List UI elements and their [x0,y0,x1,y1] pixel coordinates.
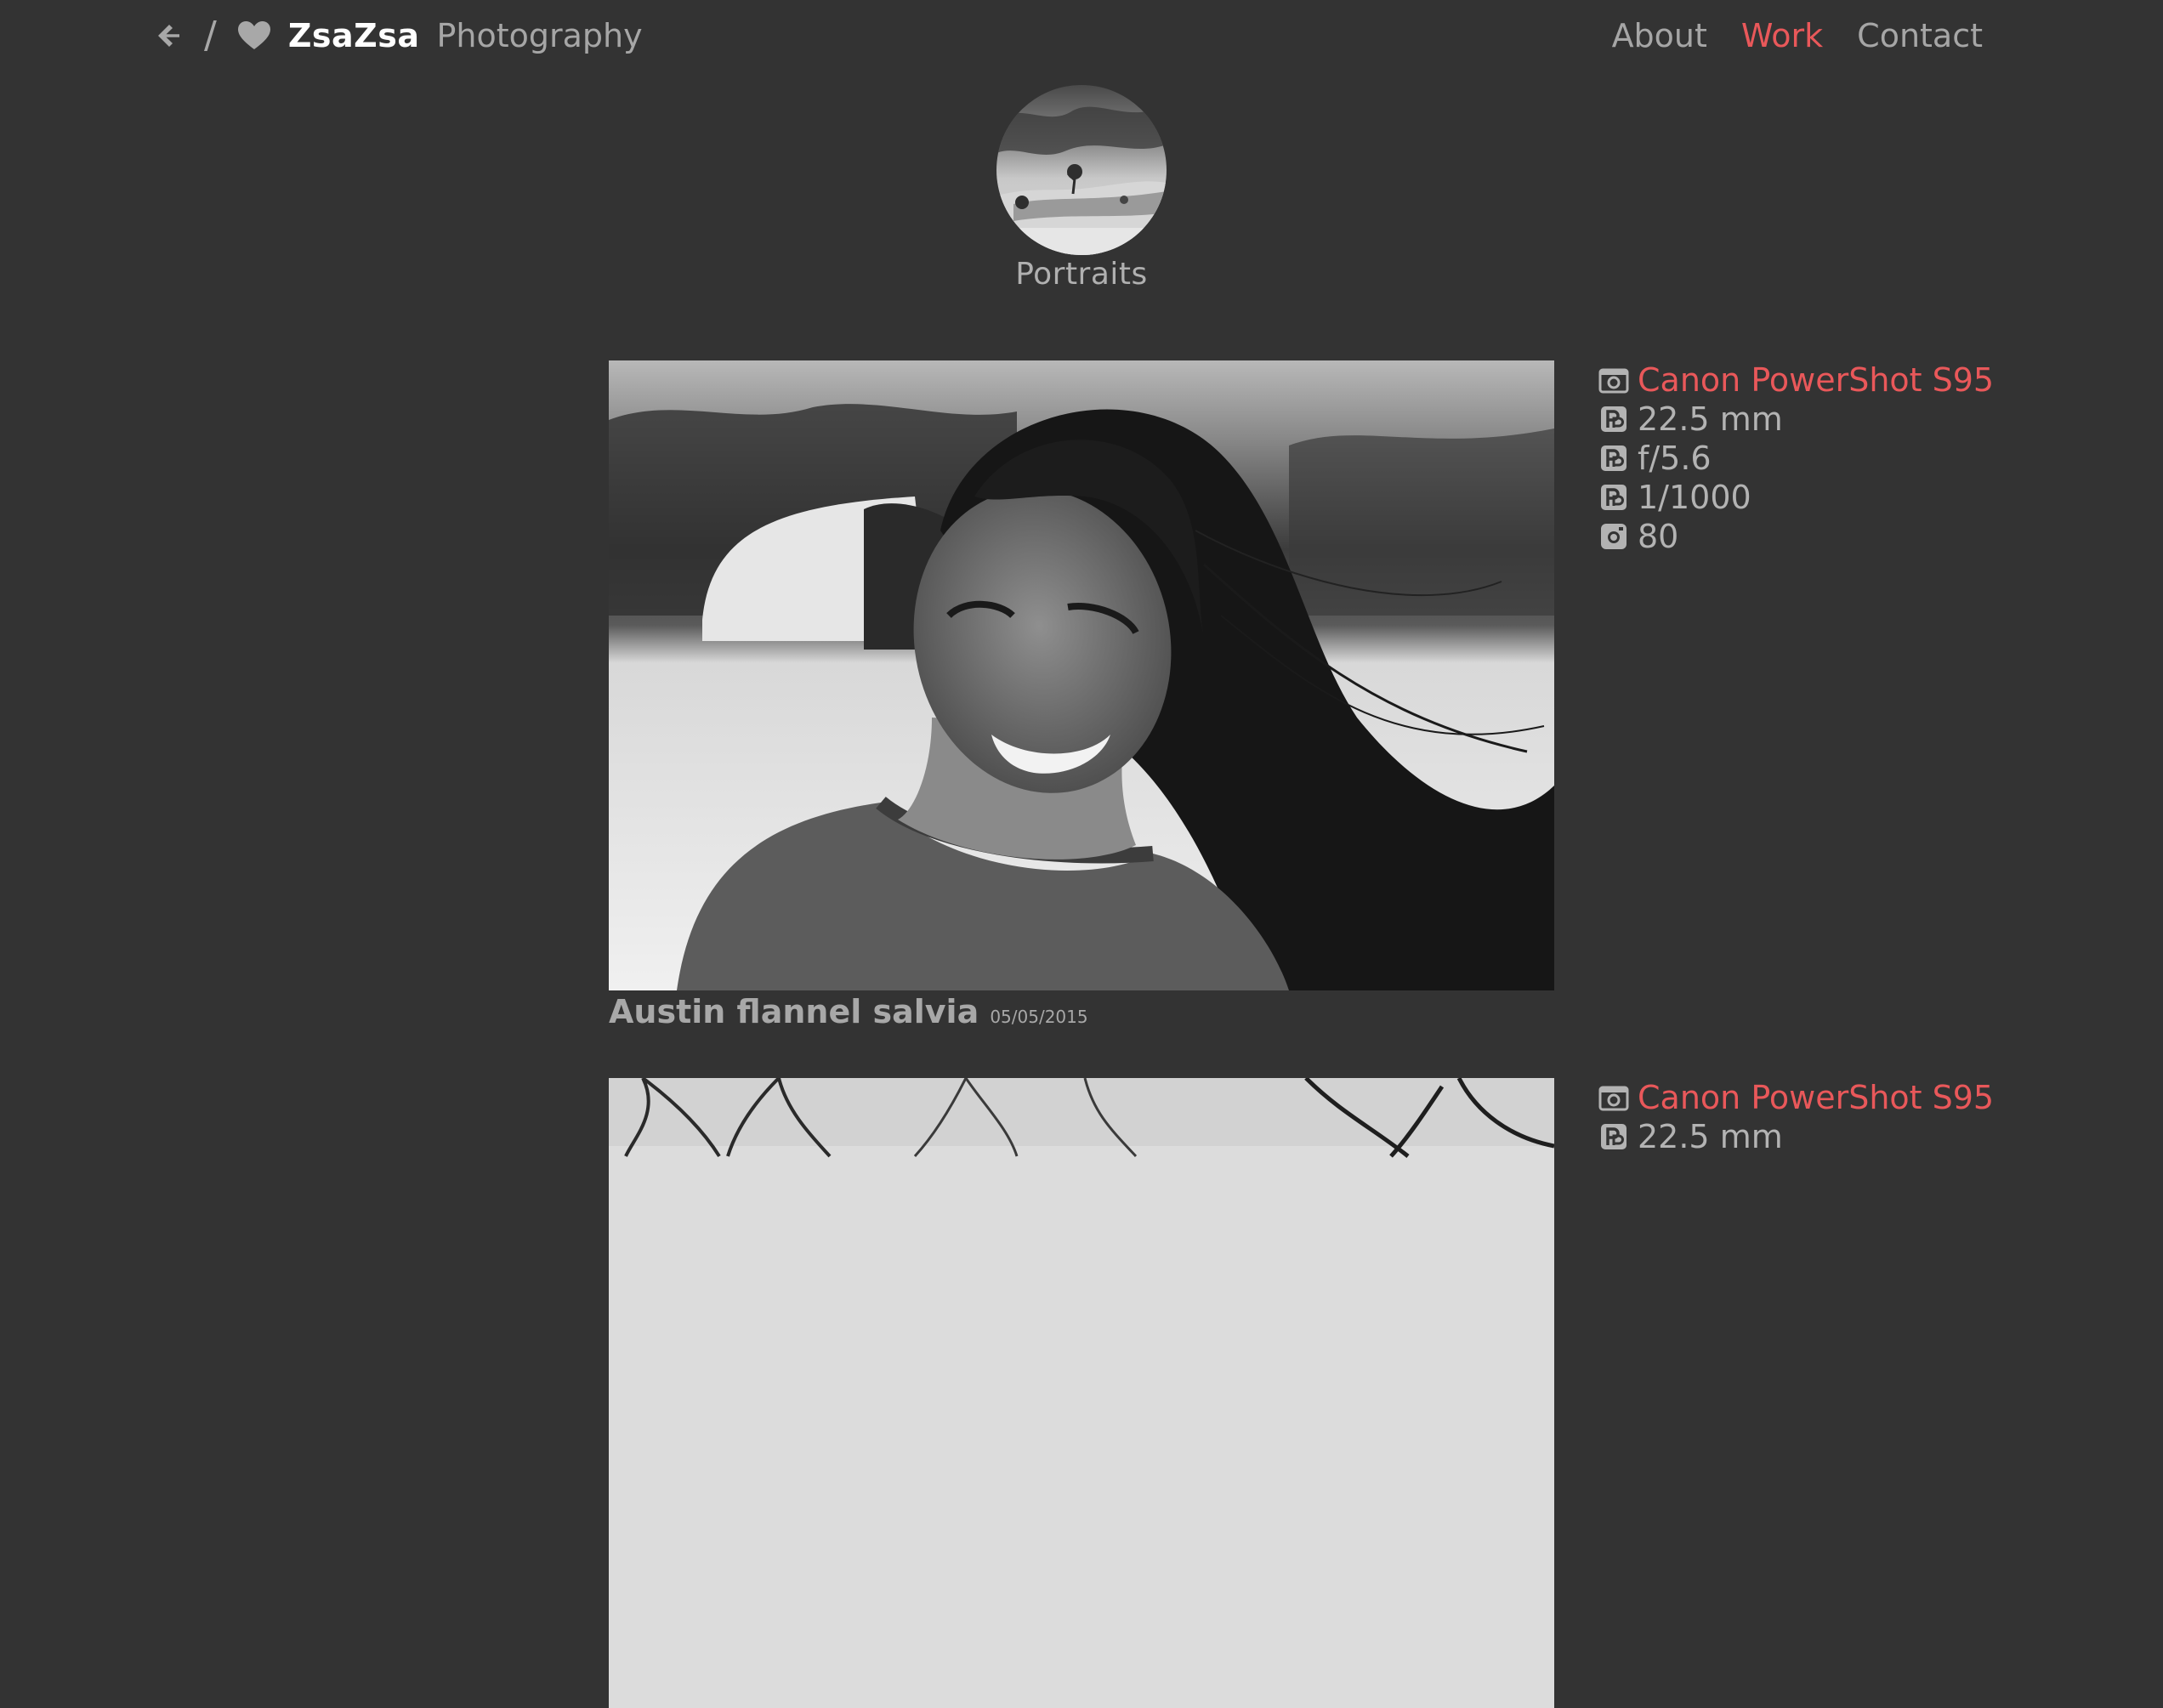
lens-icon [1601,1124,1627,1149]
nav-work[interactable]: Work [1741,17,1823,54]
photo-trees[interactable] [609,1078,1554,1708]
exif-aperture-value: f/5.6 [1638,440,1712,477]
main-nav: About Work Contact [1578,12,1983,60]
site-subtitle[interactable]: Photography [436,17,642,54]
site-name[interactable]: ZsaZsa [288,17,420,54]
exif-shutter-value: 1/1000 [1638,479,1751,516]
nav-about[interactable]: About [1612,17,1707,54]
photo-title[interactable]: Austin flannel salvia [609,993,979,1030]
lens-icon [1601,406,1627,432]
shutter-icon [1601,485,1627,510]
album-header: Portraits [0,85,2163,292]
album-thumbnail[interactable] [996,85,1167,255]
camera-icon [1598,368,1629,394]
exif-focal-value: 22.5 mm [1638,1118,1783,1155]
exif-focal-length: 22.5 mm [1598,1117,2041,1156]
photo-date: 05/05/2015 [990,1007,1088,1027]
exif-iso: 80 [1598,517,2041,556]
exif-camera[interactable]: Canon PowerShot S95 [1598,360,2041,400]
exif-aperture: f/5.6 [1598,439,2041,478]
exif-focal-length: 22.5 mm [1598,400,2041,439]
photo-caption: Austin flannel salvia 05/05/2015 [609,993,1088,1030]
exif-camera[interactable]: Canon PowerShot S95 [1598,1078,2041,1117]
nav-contact[interactable]: Contact [1857,17,1983,54]
camera-icon [1598,1086,1629,1111]
exif-camera-label: Canon PowerShot S95 [1638,1079,1995,1116]
exif-camera-label: Canon PowerShot S95 [1638,361,1995,399]
back-arrow-icon[interactable] [153,20,184,51]
exif-panel: Canon PowerShot S95 22.5 mm [1598,1078,2041,1156]
aperture-icon [1601,445,1627,471]
exif-focal-value: 22.5 mm [1638,400,1783,438]
breadcrumb: / ZsaZsa Photography [153,12,643,60]
exif-panel: Canon PowerShot S95 22.5 mm f/5.6 1/1000… [1598,360,2041,556]
iso-icon [1601,524,1627,549]
heart-icon[interactable] [237,20,271,51]
exif-iso-value: 80 [1638,518,1679,555]
breadcrumb-separator: / [204,14,217,57]
photo-portrait[interactable] [609,360,1554,990]
exif-shutter: 1/1000 [1598,478,2041,517]
site-header: / ZsaZsa Photography About Work Contact [0,0,2163,70]
album-title: Portraits [1015,257,1148,292]
